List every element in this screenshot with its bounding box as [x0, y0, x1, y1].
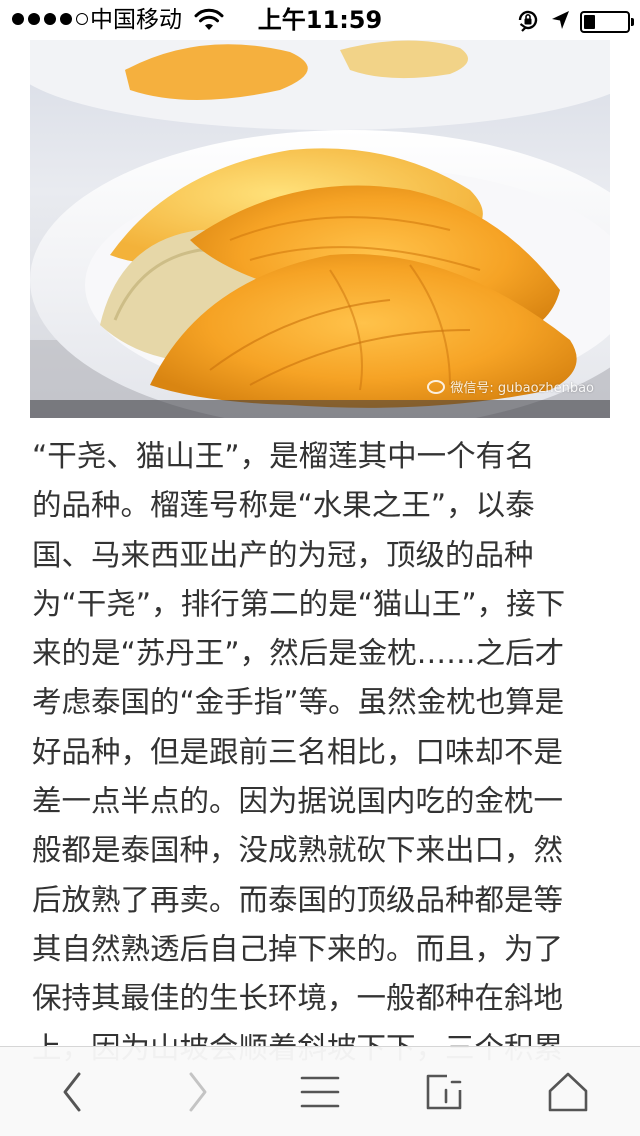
chevron-right-icon [189, 1072, 207, 1112]
tabs-icon [426, 1074, 462, 1110]
article-body: “干尧、猫山王”，是榴莲其中一个有名 的品种。榴莲号称是“水果之王”，以泰 国、… [32, 432, 612, 1073]
article-line: 考虑泰国的“金手指”等。虽然金枕也算是 [32, 685, 565, 720]
status-bar: 中国移动 上午11:59 [0, 0, 640, 40]
article-line: 来的是“苏丹王”，然后是金枕……之后才 [32, 636, 565, 671]
article-line: 国、马来西亚出产的为冠，顶级的品种 [32, 537, 534, 572]
rotation-lock-icon [516, 8, 540, 36]
article-line: 差一点半点的。因为据说国内吃的金枕一 [32, 784, 564, 819]
article-line: 保持其最佳的生长环境，一般都种在斜地 [32, 981, 564, 1016]
menu-button[interactable] [292, 1067, 348, 1117]
durian-photo: 微信号: gubaozhenbao [30, 40, 610, 418]
forward-button[interactable] [170, 1067, 226, 1117]
photo-watermark: 微信号: gubaozhenbao [427, 377, 594, 396]
battery-level [584, 15, 595, 29]
article-line: 的品种。榴莲号称是“水果之王”，以泰 [32, 488, 535, 523]
hamburger-icon [300, 1076, 340, 1108]
screen: 中国移动 上午11:59 微信号: gubaozhenbao “干尧、猫山王”，… [0, 0, 640, 1136]
article-line: 其自然熟透后自己掉下来的。而且，为了 [32, 931, 564, 966]
chevron-left-icon [63, 1072, 81, 1112]
article-line: 后放熟了再卖。而泰国的顶级品种都是等 [32, 882, 564, 917]
tabs-button[interactable] [416, 1067, 472, 1117]
article-line: 为“干尧”，排行第二的是“猫山王”，接下 [32, 586, 566, 621]
wechat-icon [427, 379, 446, 394]
article-line: “干尧、猫山王”，是榴莲其中一个有名 [32, 439, 535, 473]
home-button[interactable] [540, 1067, 596, 1117]
battery-icon [580, 11, 634, 33]
home-icon [548, 1072, 588, 1112]
browser-toolbar [0, 1046, 640, 1136]
back-button[interactable] [44, 1067, 100, 1117]
article-line: 般都是泰国种，没成熟就砍下来出口，然 [32, 833, 564, 868]
location-arrow-icon [550, 9, 570, 35]
article-line: 好品种，但是跟前三名相比，口味却不是 [32, 734, 564, 769]
